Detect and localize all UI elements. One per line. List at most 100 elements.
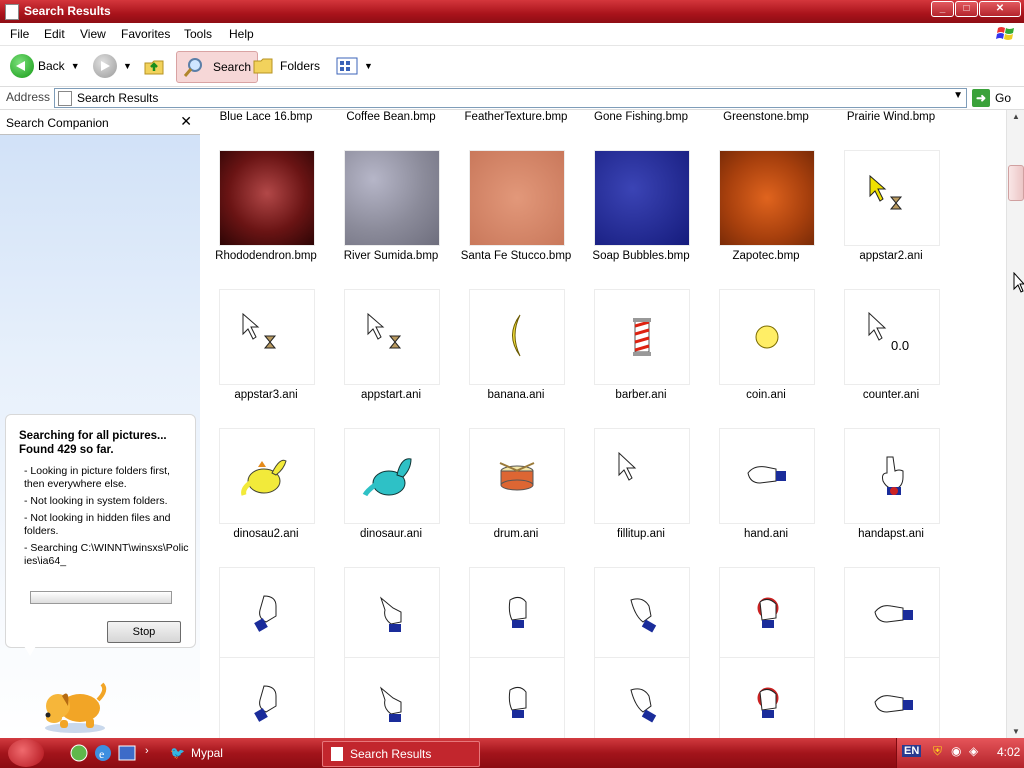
chevron-down-icon[interactable]: ▼ <box>953 90 963 101</box>
hand-cursor-thumbnail[interactable] <box>469 567 565 663</box>
appstar2-thumbnail[interactable] <box>844 150 940 246</box>
menu-view[interactable]: View <box>80 27 106 41</box>
up-folder-button[interactable] <box>143 51 165 81</box>
stop-button[interactable]: Stop <box>107 621 181 643</box>
go-button[interactable]: ➜ Go <box>972 89 1011 107</box>
task-search-results[interactable]: Search Results <box>322 741 480 767</box>
image-thumbnail[interactable] <box>719 150 815 246</box>
scroll-up-icon[interactable]: ▲ <box>1009 112 1023 121</box>
file-label[interactable]: appstar3.ani <box>206 389 326 401</box>
back-button[interactable]: Back ▼ <box>10 51 80 81</box>
chevron-right-icon[interactable]: › <box>145 745 149 757</box>
dinosaur-thumbnail[interactable] <box>344 428 440 524</box>
chevron-down-icon[interactable]: ▼ <box>123 61 132 71</box>
companion-title: Search Companion <box>6 116 109 130</box>
file-label[interactable]: drum.ani <box>456 528 576 540</box>
file-label[interactable]: dinosaur.ani <box>331 528 451 540</box>
start-button[interactable] <box>8 739 44 767</box>
language-indicator[interactable]: EN <box>902 745 922 757</box>
hand-cursor-thumbnail[interactable] <box>219 567 315 663</box>
shield-icon[interactable]: ⛨ <box>933 744 942 759</box>
minimize-button[interactable]: _ <box>931 1 954 17</box>
file-label[interactable]: handapst.ani <box>831 528 951 540</box>
handapst-thumbnail[interactable] <box>844 428 940 524</box>
scroll-down-icon[interactable]: ▼ <box>1009 727 1023 736</box>
image-thumbnail[interactable] <box>469 150 565 246</box>
menu-tools[interactable]: Tools <box>184 27 212 41</box>
folders-button[interactable]: Folders <box>253 51 320 81</box>
hand-icon <box>747 466 786 484</box>
file-label[interactable]: Rhododendron.bmp <box>206 250 326 262</box>
menu-help[interactable]: Help <box>229 27 254 41</box>
desktop-icon[interactable] <box>118 744 136 762</box>
image-thumbnail[interactable] <box>594 150 690 246</box>
hand-cursor-thumbnail[interactable] <box>844 657 940 738</box>
hand-cursor-thumbnail[interactable] <box>594 657 690 738</box>
chevron-down-icon[interactable]: ▼ <box>71 61 80 71</box>
status-balloon: Searching for all pictures... Found 429 … <box>5 414 196 648</box>
file-label[interactable]: Gone Fishing.bmp <box>581 111 701 123</box>
counter-thumbnail[interactable]: 0.0 <box>844 289 940 385</box>
chevron-down-icon[interactable]: ▼ <box>364 61 373 71</box>
internet-explorer-icon[interactable]: e <box>94 744 112 762</box>
hand-cursor-thumbnail[interactable] <box>344 657 440 738</box>
hand-pointer-icon <box>379 686 402 722</box>
forward-button[interactable]: ▼ <box>93 51 132 81</box>
appstart-thumbnail[interactable] <box>344 289 440 385</box>
image-thumbnail[interactable] <box>219 150 315 246</box>
file-label[interactable]: dinosau2.ani <box>206 528 326 540</box>
search-button[interactable]: Search <box>176 51 259 83</box>
views-button[interactable]: ▼ <box>336 51 373 81</box>
status-line-2: Found 429 so far. <box>19 444 114 456</box>
file-label[interactable]: appstar2.ani <box>831 250 951 262</box>
file-label[interactable]: banana.ani <box>456 389 576 401</box>
file-label[interactable]: Coffee Bean.bmp <box>331 111 451 123</box>
menu-favorites[interactable]: Favorites <box>121 27 170 41</box>
address-input[interactable]: Search Results ▼ <box>54 88 967 108</box>
file-label[interactable]: appstart.ani <box>331 389 451 401</box>
close-button[interactable]: ✕ <box>979 1 1021 17</box>
hand-icon <box>508 596 527 628</box>
utorrent-icon[interactable] <box>70 744 88 762</box>
file-label[interactable]: River Sumida.bmp <box>331 250 451 262</box>
image-thumbnail[interactable] <box>344 150 440 246</box>
hand-cursor-thumbnail[interactable] <box>594 567 690 663</box>
hand-cursor-thumbnail[interactable] <box>219 657 315 738</box>
file-label[interactable]: Prairie Wind.bmp <box>831 111 951 123</box>
safe-remove-icon[interactable]: ◈ <box>969 744 978 758</box>
coin-thumbnail[interactable] <box>719 289 815 385</box>
drum-thumbnail[interactable] <box>469 428 565 524</box>
file-label[interactable]: hand.ani <box>706 528 826 540</box>
file-label[interactable]: fillitup.ani <box>581 528 701 540</box>
file-label[interactable]: Zapotec.bmp <box>706 250 826 262</box>
file-label[interactable]: coin.ani <box>706 389 826 401</box>
file-label[interactable]: Greenstone.bmp <box>706 111 826 123</box>
mouse-cursor-icon <box>1013 272 1024 293</box>
close-icon[interactable]: ✕ <box>180 113 192 130</box>
dinosau2-thumbnail[interactable] <box>219 428 315 524</box>
hand-cursor-thumbnail[interactable] <box>844 567 940 663</box>
network-icon[interactable]: ◉ <box>951 744 961 758</box>
file-label[interactable]: counter.ani <box>831 389 951 401</box>
file-label[interactable]: barber.ani <box>581 389 701 401</box>
file-label[interactable]: FeatherTexture.bmp <box>456 111 576 123</box>
file-label[interactable]: Soap Bubbles.bmp <box>581 250 701 262</box>
hand-cursor-thumbnail[interactable] <box>344 567 440 663</box>
menu-edit[interactable]: Edit <box>44 27 65 41</box>
appstar3-thumbnail[interactable] <box>219 289 315 385</box>
file-label[interactable]: Blue Lace 16.bmp <box>206 111 326 123</box>
hand-cursor-thumbnail[interactable] <box>719 657 815 738</box>
file-label[interactable]: Santa Fe Stucco.bmp <box>456 250 576 262</box>
task-mypal[interactable]: 🐦 Mypal <box>170 741 223 765</box>
fillitup-thumbnail[interactable] <box>594 428 690 524</box>
hand-cursor-thumbnail[interactable] <box>469 657 565 738</box>
scroll-thumb[interactable] <box>1008 165 1024 201</box>
hand-pointer-icon <box>379 596 402 632</box>
maximize-button[interactable]: □ <box>955 1 978 17</box>
barber-thumbnail[interactable] <box>594 289 690 385</box>
banana-thumbnail[interactable] <box>469 289 565 385</box>
vertical-scrollbar[interactable]: ▲ ▼ <box>1006 110 1024 738</box>
hand-cursor-thumbnail[interactable] <box>719 567 815 663</box>
hand-thumbnail[interactable] <box>719 428 815 524</box>
menu-file[interactable]: File <box>10 27 29 41</box>
